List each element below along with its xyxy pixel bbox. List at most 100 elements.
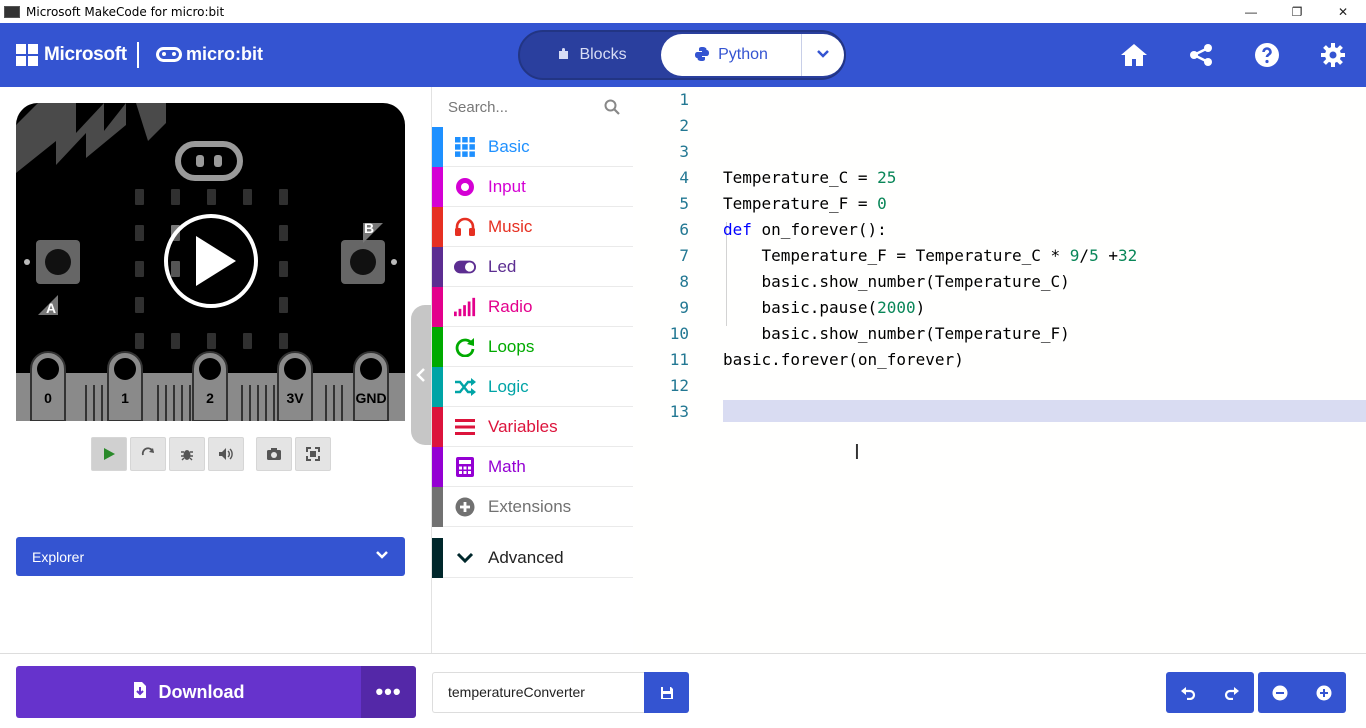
category-color-bar: [432, 447, 443, 487]
button-a-label: A: [46, 300, 56, 316]
code-text: /: [1079, 246, 1090, 265]
python-mode-button[interactable]: Python: [661, 34, 801, 76]
toolbox-category-math[interactable]: Math: [432, 447, 634, 487]
toolbox-category-logic[interactable]: Logic: [432, 367, 634, 407]
code-text: basic.forever(on_forever): [723, 350, 964, 369]
home-button[interactable]: [1119, 40, 1149, 70]
pin-0-label: 0: [44, 390, 52, 406]
line-number: 4: [679, 168, 689, 187]
help-button[interactable]: [1252, 40, 1282, 70]
window-controls: — ❐ ✕: [1228, 0, 1366, 23]
makecode-window: Microsoft MakeCode for micro:bit — ❐ ✕ M…: [0, 0, 1366, 728]
settings-button[interactable]: [1318, 40, 1348, 70]
code-number: 25: [877, 168, 897, 187]
toolbox-category-music[interactable]: Music: [432, 207, 634, 247]
undo-redo-group: [1166, 672, 1254, 713]
search-placeholder: Search...: [448, 98, 509, 116]
calculator-icon: [454, 457, 476, 477]
category-label: Math: [488, 457, 526, 476]
toolbox-category-led[interactable]: Led: [432, 247, 634, 287]
python-icon: [694, 46, 710, 65]
download-more-button[interactable]: •••: [361, 666, 416, 718]
zoom-out-icon: [1272, 685, 1288, 700]
undo-button[interactable]: [1166, 672, 1210, 713]
fullscreen-icon: [306, 447, 320, 461]
pin-gnd-label: GND: [355, 390, 386, 406]
category-color-bar: [432, 167, 443, 207]
editor-footer: Download ••• temperatureConverter: [0, 653, 1366, 728]
undo-icon: [1181, 686, 1196, 700]
download-label: Download: [158, 681, 245, 702]
sim-fullscreen-button[interactable]: [295, 437, 331, 471]
debug-icon: [181, 450, 193, 461]
blocks-mode-button[interactable]: Blocks: [524, 34, 660, 76]
category-label: Input: [488, 177, 526, 196]
restore-button[interactable]: ❐: [1274, 0, 1320, 23]
line-number: 9: [679, 298, 689, 317]
toolbox-category-radio[interactable]: Radio: [432, 287, 634, 327]
header-divider: [137, 42, 139, 68]
line-number: 2: [679, 116, 689, 135]
line-number: 6: [679, 220, 689, 239]
sound-icon: [219, 448, 233, 460]
category-color-bar: [432, 538, 443, 578]
text-cursor-icon: I: [854, 440, 860, 464]
collapse-simulator-button[interactable]: [411, 305, 431, 445]
window-titlebar: Microsoft MakeCode for micro:bit — ❐ ✕: [0, 0, 1366, 23]
category-color-bar: [432, 207, 443, 247]
sim-run-button[interactable]: [91, 437, 127, 471]
download-button[interactable]: Download: [16, 666, 361, 718]
download-icon: [133, 681, 147, 704]
share-button[interactable]: [1186, 40, 1216, 70]
restart-icon: [141, 447, 154, 456]
toolbox-category-variables[interactable]: Variables: [432, 407, 634, 447]
language-dropdown-button[interactable]: [801, 34, 844, 76]
microsoft-logo-icon: [16, 44, 38, 66]
category-label: Advanced: [488, 548, 564, 567]
plus-circle-icon: [454, 497, 476, 517]
line-number: 3: [679, 142, 689, 161]
code-line: basic.forever(on_forever): [723, 347, 964, 373]
toggle-icon: [454, 257, 476, 277]
sim-debug-button[interactable]: [169, 437, 205, 471]
zoom-in-button[interactable]: [1302, 672, 1346, 713]
explorer-button[interactable]: Explorer: [16, 537, 405, 576]
python-mode-label: Python: [718, 46, 768, 63]
zoom-out-button[interactable]: [1258, 672, 1302, 713]
close-button[interactable]: ✕: [1320, 0, 1366, 23]
code-number: 2000: [877, 298, 916, 317]
toolbox-category-loops[interactable]: Loops: [432, 327, 634, 367]
shuffle-icon: [454, 377, 476, 397]
line-number: 12: [669, 376, 689, 395]
toolbox-category-advanced[interactable]: Advanced: [432, 538, 634, 578]
code-number: 9: [1069, 246, 1080, 265]
minimize-button[interactable]: —: [1228, 0, 1274, 23]
microbit-simulator[interactable]: A B 0 1 2 3V GND: [16, 103, 405, 421]
toolbox-category-basic[interactable]: Basic: [432, 127, 634, 167]
code-text: Temperature_C =: [723, 168, 878, 187]
zoom-group: [1258, 672, 1346, 713]
project-name-input[interactable]: temperatureConverter: [432, 672, 644, 713]
sim-restart-button[interactable]: [130, 437, 166, 471]
microbit-brand[interactable]: micro:bit: [186, 44, 263, 65]
toolbox-category-input[interactable]: Input: [432, 167, 634, 207]
sim-screenshot-button[interactable]: [256, 437, 292, 471]
save-button[interactable]: [644, 672, 689, 713]
code-line: Temperature_C = 25: [723, 165, 896, 191]
toolbox-search-input[interactable]: Search...: [432, 87, 634, 127]
toolbox-category-extensions[interactable]: Extensions: [432, 487, 634, 527]
category-label: Radio: [488, 297, 533, 316]
code-keyword: def: [723, 220, 752, 239]
redo-button[interactable]: [1210, 672, 1254, 713]
home-icon: [1121, 44, 1147, 66]
python-code-editor[interactable]: 1 2 3 4 5 6 7 8 9 10 11 12 13 Temperature_C = 25 Temp…: [633, 87, 1366, 653]
code-text: Temperature_F = Temperature_C *: [723, 246, 1070, 265]
code-line: basic.pause(2000): [723, 295, 926, 321]
line-number: 11: [669, 350, 689, 369]
redo-icon: [1224, 686, 1239, 700]
sim-sound-button[interactable]: [208, 437, 244, 471]
app-header: Microsoft micro:bit Blocks Python: [0, 23, 1366, 87]
category-label: Logic: [488, 377, 529, 396]
microsoft-brand[interactable]: Microsoft: [44, 44, 127, 66]
chevron-down-icon: [816, 46, 830, 64]
